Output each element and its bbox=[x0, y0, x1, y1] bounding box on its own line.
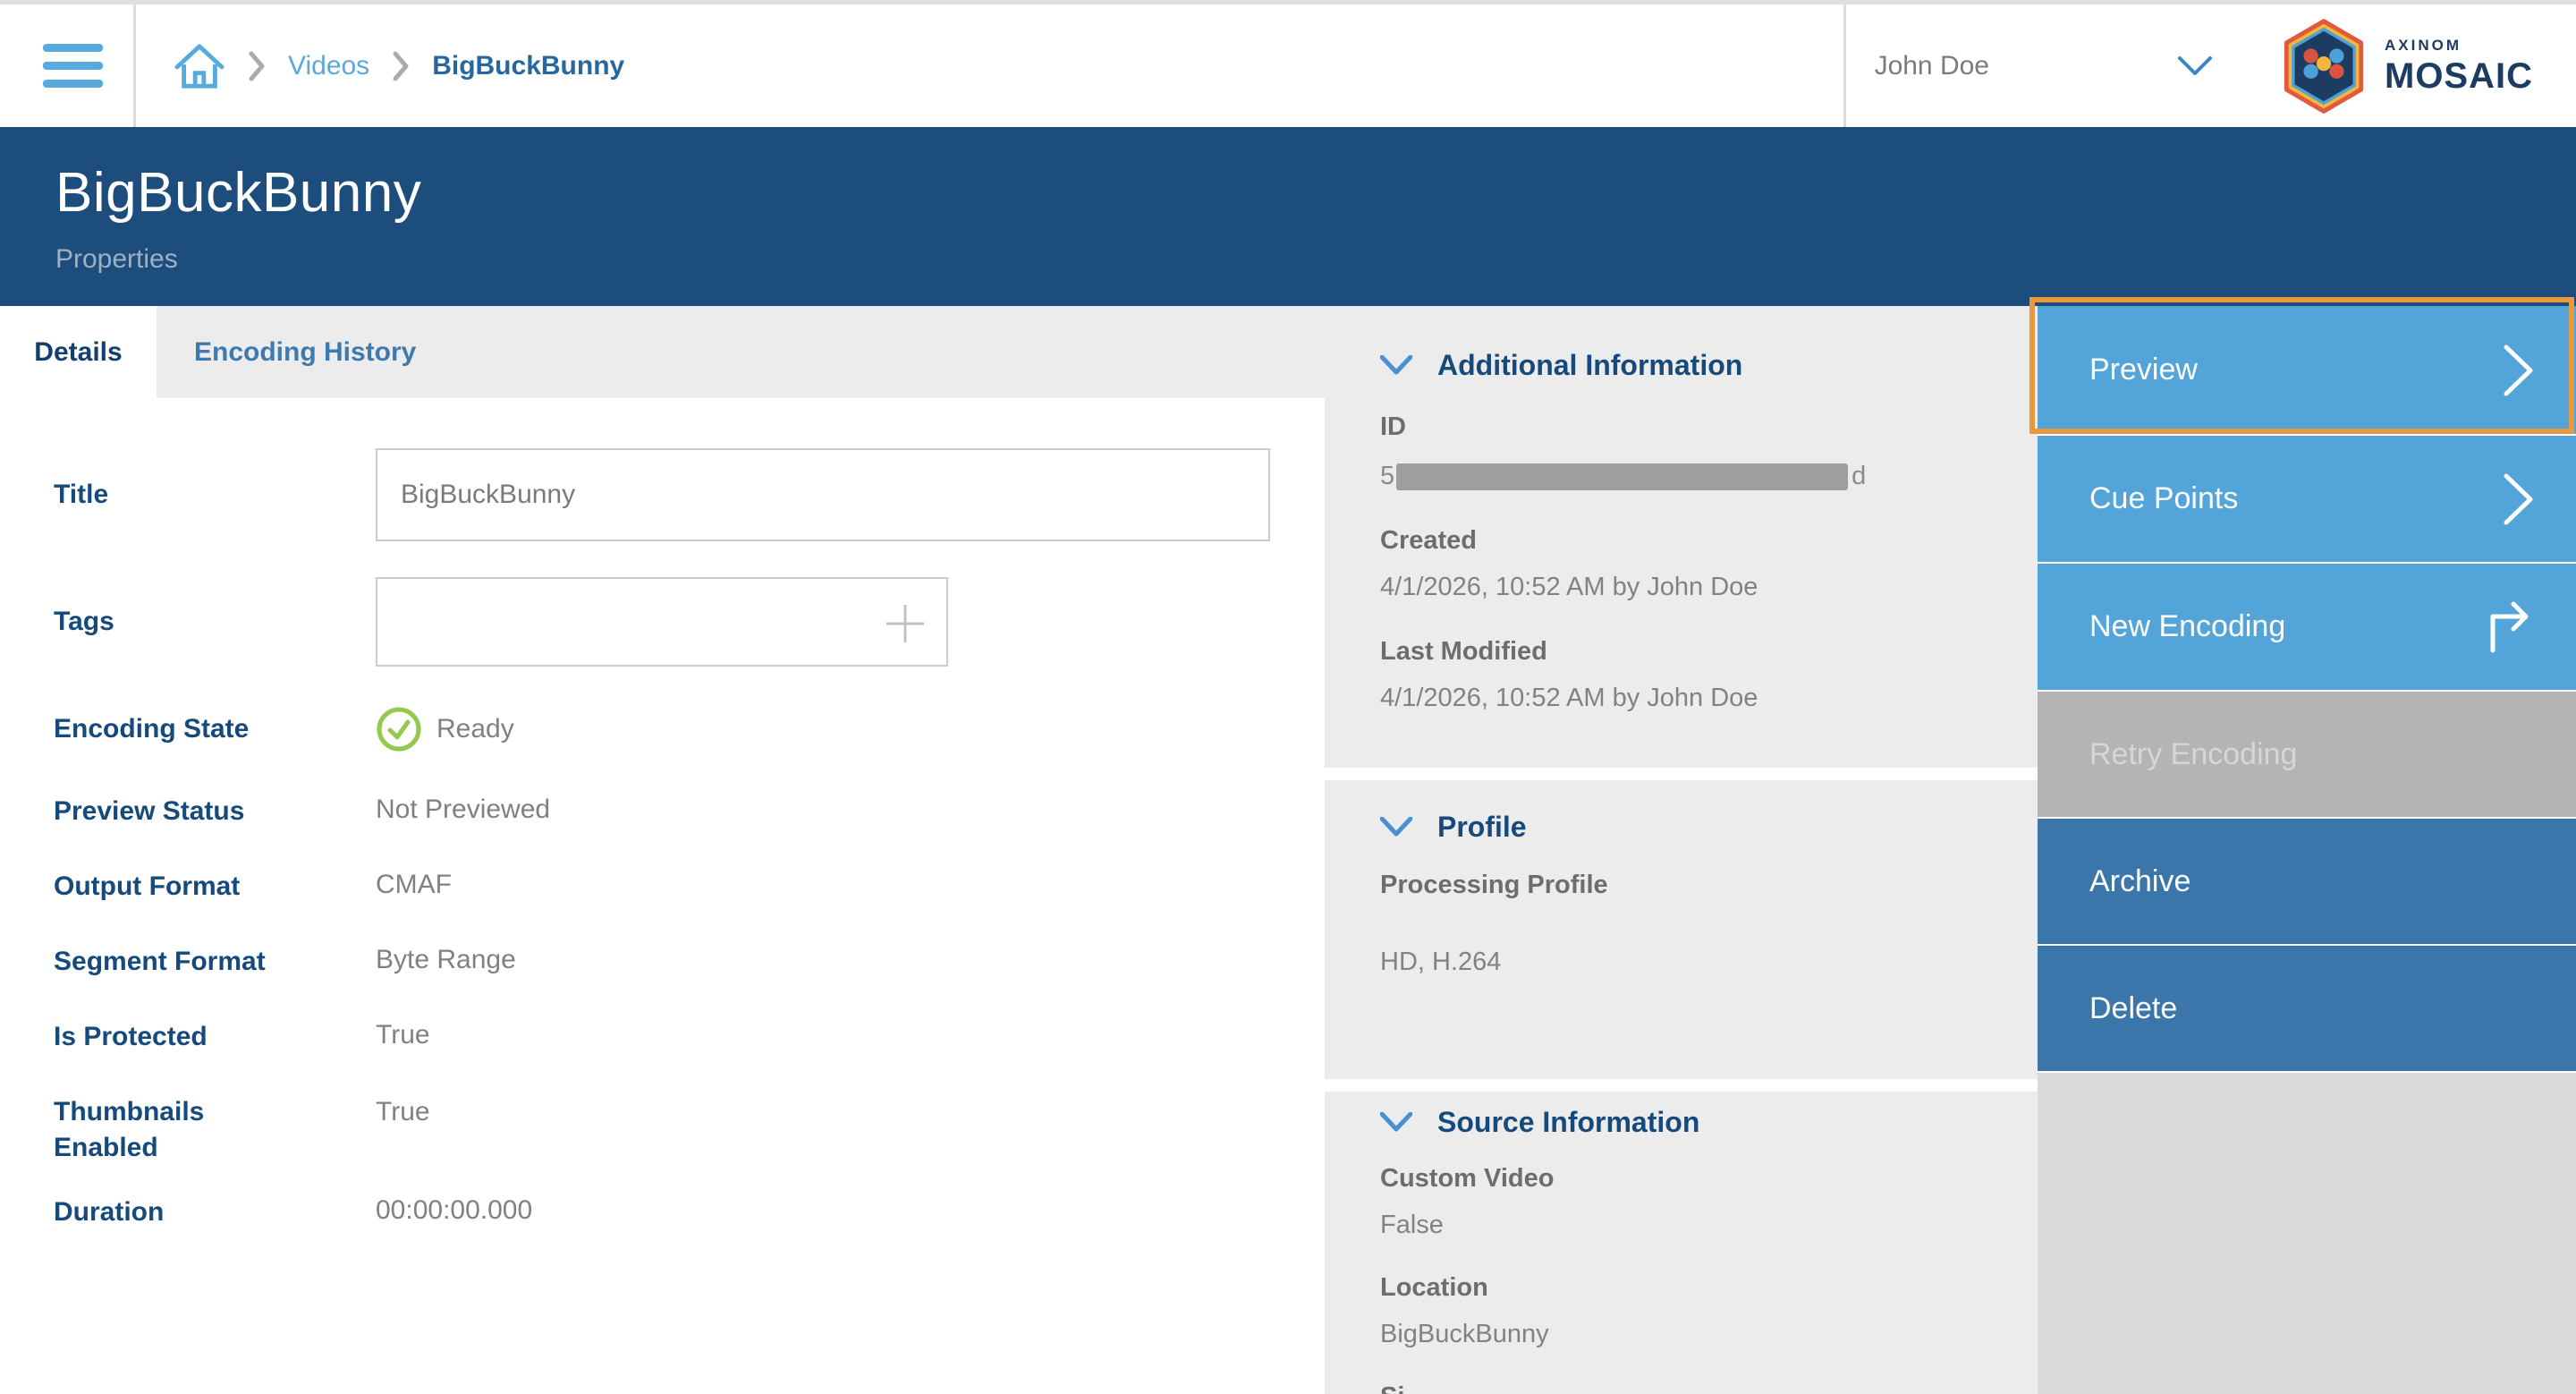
chevron-down-icon bbox=[1380, 1112, 1412, 1132]
preview-button[interactable]: Preview bbox=[2038, 306, 2576, 434]
breadcrumb-separator-icon bbox=[393, 51, 409, 81]
preview-status-label: Preview Status bbox=[54, 794, 376, 829]
retry-encoding-button: Retry Encoding bbox=[2038, 692, 2576, 817]
tags-field-row: Tags bbox=[54, 577, 1325, 667]
processing-profile-label: Processing Profile bbox=[1380, 871, 2038, 898]
breadcrumb: Videos BigBuckBunny bbox=[174, 41, 624, 91]
last-modified-label: Last Modified bbox=[1380, 638, 2038, 665]
created-label: Created bbox=[1380, 527, 2038, 554]
chevron-down-icon bbox=[2177, 55, 2213, 77]
chevron-right-icon bbox=[2503, 343, 2535, 398]
section-additional-information: Additional Information ID 5 d Created 4/… bbox=[1325, 306, 2038, 768]
redaction-bar bbox=[1396, 463, 1848, 490]
title-label: Title bbox=[54, 477, 376, 513]
tags-input[interactable] bbox=[376, 577, 948, 667]
logo-product-text: MOSAIC bbox=[2385, 58, 2533, 94]
new-encoding-button[interactable]: New Encoding bbox=[2038, 564, 2576, 690]
details-pane: Details Encoding History Title Tags bbox=[0, 306, 1325, 1394]
clipped-next-field-label: Si bbox=[1380, 1383, 2038, 1394]
preview-status-value: Not Previewed bbox=[376, 794, 550, 826]
segment-format-row: Segment Format Byte Range bbox=[54, 944, 1325, 980]
thumbnails-enabled-label: Thumbnails Enabled bbox=[54, 1094, 376, 1166]
section-header-additional-information[interactable]: Additional Information bbox=[1380, 347, 2038, 383]
check-circle-icon bbox=[376, 706, 422, 752]
is-protected-row: Is Protected True bbox=[54, 1019, 1325, 1055]
app-root: Videos BigBuckBunny John Doe bbox=[0, 0, 2576, 1394]
section-header-source-information[interactable]: Source Information bbox=[1380, 1104, 2038, 1140]
topbar: Videos BigBuckBunny John Doe bbox=[0, 0, 2576, 127]
encoding-state-value: Ready bbox=[436, 713, 514, 745]
section-header-profile[interactable]: Profile bbox=[1380, 809, 2038, 845]
title-input[interactable] bbox=[376, 448, 1270, 541]
topbar-divider bbox=[133, 4, 136, 127]
custom-video-value: False bbox=[1380, 1211, 2038, 1238]
breadcrumb-current: BigBuckBunny bbox=[432, 51, 624, 81]
menu-icon[interactable] bbox=[43, 44, 103, 88]
user-name: John Doe bbox=[1875, 51, 1989, 81]
location-value: BigBuckBunny bbox=[1380, 1321, 2038, 1347]
content: Details Encoding History Title Tags bbox=[0, 306, 2576, 1394]
processing-profile-value: HD, H.264 bbox=[1380, 948, 2038, 975]
output-format-row: Output Format CMAF bbox=[54, 869, 1325, 905]
chevron-right-icon bbox=[2503, 472, 2535, 527]
duration-value: 00:00:00.000 bbox=[376, 1194, 532, 1227]
page-subtitle: Properties bbox=[55, 244, 2576, 275]
tab-details[interactable]: Details bbox=[0, 306, 157, 398]
tabbar: Details Encoding History bbox=[0, 306, 1325, 398]
breadcrumb-separator-icon bbox=[249, 51, 265, 81]
output-format-value: CMAF bbox=[376, 869, 452, 901]
topbar-divider bbox=[1843, 4, 1846, 127]
mosaic-hexagon-icon bbox=[2281, 19, 2367, 114]
output-format-label: Output Format bbox=[54, 869, 376, 905]
action-panel-filler bbox=[2038, 1073, 2576, 1394]
created-value: 4/1/2026, 10:52 AM by John Doe bbox=[1380, 574, 2038, 600]
tags-label: Tags bbox=[54, 604, 376, 640]
section-source-information: Source Information Custom Video False Lo… bbox=[1325, 1092, 2038, 1394]
title-field-row: Title bbox=[54, 448, 1325, 541]
id-label: ID bbox=[1380, 413, 2038, 440]
is-protected-value: True bbox=[376, 1019, 430, 1051]
thumbnails-enabled-row: Thumbnails Enabled True bbox=[54, 1094, 1325, 1166]
is-protected-label: Is Protected bbox=[54, 1019, 376, 1055]
segment-format-label: Segment Format bbox=[54, 944, 376, 980]
id-value-redacted: 5 d bbox=[1380, 462, 2038, 491]
breadcrumb-link-videos[interactable]: Videos bbox=[288, 51, 369, 81]
arrow-turn-right-icon bbox=[2483, 600, 2535, 654]
logo-brand-text: AXINOM bbox=[2385, 38, 2533, 53]
encoding-state-row: Encoding State Ready bbox=[54, 706, 1325, 752]
location-label: Location bbox=[1380, 1274, 2038, 1301]
chevron-down-icon bbox=[1380, 355, 1412, 375]
page-header: BigBuckBunny Properties bbox=[0, 127, 2576, 306]
action-panel: Preview Cue Points New Encoding bbox=[2038, 306, 2576, 1394]
delete-button[interactable]: Delete bbox=[2038, 946, 2576, 1071]
encoding-state-label: Encoding State bbox=[54, 706, 376, 752]
last-modified-value: 4/1/2026, 10:52 AM by John Doe bbox=[1380, 684, 2038, 711]
user-menu[interactable]: John Doe bbox=[1875, 51, 2213, 81]
thumbnails-enabled-value: True bbox=[376, 1094, 430, 1130]
section-profile: Profile Processing Profile HD, H.264 bbox=[1325, 780, 2038, 1079]
custom-video-label: Custom Video bbox=[1380, 1165, 2038, 1192]
page-title: BigBuckBunny bbox=[55, 161, 2576, 225]
duration-row: Duration 00:00:00.000 bbox=[54, 1194, 1325, 1230]
segment-format-value: Byte Range bbox=[376, 944, 516, 976]
cue-points-button[interactable]: Cue Points bbox=[2038, 436, 2576, 562]
preview-status-row: Preview Status Not Previewed bbox=[54, 794, 1325, 829]
add-tag-icon[interactable] bbox=[880, 599, 930, 653]
home-icon[interactable] bbox=[174, 41, 225, 91]
info-panel: Additional Information ID 5 d Created 4/… bbox=[1325, 306, 2038, 1394]
duration-label: Duration bbox=[54, 1194, 376, 1230]
axinom-mosaic-logo: AXINOM MOSAIC bbox=[2281, 19, 2533, 114]
details-form: Title Tags bbox=[0, 448, 1325, 1230]
chevron-down-icon bbox=[1380, 817, 1412, 837]
tab-encoding-history[interactable]: Encoding History bbox=[157, 306, 453, 398]
archive-button[interactable]: Archive bbox=[2038, 819, 2576, 944]
